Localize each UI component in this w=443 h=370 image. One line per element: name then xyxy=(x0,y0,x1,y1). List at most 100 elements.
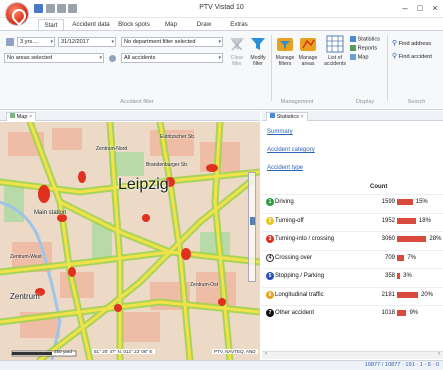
statistics-row: 1 Driving 1599 15% xyxy=(262,194,443,209)
statistics-row: 3 Turning-into / crossing 3060 28% xyxy=(262,231,443,246)
binoculars-icon: ⚲ xyxy=(392,40,398,47)
date-field[interactable]: 31/12/2017 ▾ xyxy=(58,37,116,47)
category-badge-icon: 2 xyxy=(266,216,274,225)
horizontal-scrollbar[interactable]: ‹ › xyxy=(262,351,443,359)
app-menu-button[interactable] xyxy=(6,3,28,25)
reports-icon xyxy=(350,45,356,51)
tab-start[interactable]: Start xyxy=(38,19,64,30)
map-icon xyxy=(10,113,15,118)
close-icon[interactable]: × xyxy=(301,114,304,120)
find-address-button[interactable]: ⚲ Find address xyxy=(392,39,431,47)
count-column-header: Count xyxy=(370,184,388,190)
category-count: 1018 xyxy=(381,310,395,316)
tab-statistics-pane[interactable]: Statistics × xyxy=(266,112,308,121)
eye-icon[interactable] xyxy=(109,55,116,62)
zoom-handle[interactable] xyxy=(250,217,255,225)
title-bar: PTV Vistad 10 – □ × xyxy=(0,0,443,25)
ribbon-tabs: Start Accident data Block spots Map Draw… xyxy=(0,18,443,30)
category-count: 358 xyxy=(384,273,395,279)
manage-areas-button[interactable]: Manage areas xyxy=(296,55,320,67)
category-label: Turning-into / crossing xyxy=(275,236,335,242)
category-label: Other accident xyxy=(275,310,315,316)
tab-accident-data[interactable]: Accident data xyxy=(70,19,112,30)
statistics-view: Summary Accident category Accident type … xyxy=(262,122,443,360)
zentrum-label: Zentrum xyxy=(10,292,40,301)
city-label: Leipzig xyxy=(118,176,169,193)
scroll-left-icon[interactable]: ‹ xyxy=(265,351,267,357)
scale-label: 250 yard xyxy=(54,349,72,354)
group-accident-filter: Accident filter xyxy=(120,99,154,105)
accident-type-link[interactable]: Accident type xyxy=(267,165,303,171)
group-management: Management xyxy=(280,99,314,105)
status-text: 10877 / 10877 · 191 · 1 · 5 · 0 xyxy=(364,362,439,368)
district-label: Zentrum-Nord xyxy=(96,146,128,152)
statistics-icon xyxy=(270,113,275,118)
percentage-label: 3% xyxy=(403,273,412,279)
percentage-label: 28% xyxy=(429,236,442,242)
percentage-label: 15% xyxy=(415,199,428,205)
street-label: Eutritzscher Str. xyxy=(160,134,196,140)
statistics-button[interactable]: Statistics xyxy=(350,36,380,42)
scroll-right-icon[interactable]: › xyxy=(438,351,440,357)
find-accident-button[interactable]: ⚲ Find accident xyxy=(392,52,432,60)
tab-map-pane[interactable]: Map × xyxy=(6,112,37,121)
percentage-bar xyxy=(397,273,401,279)
percentage-label: 9% xyxy=(409,310,419,316)
category-count: 709 xyxy=(384,254,395,261)
modify-filter-icon[interactable] xyxy=(250,36,266,52)
zoom-slider[interactable] xyxy=(248,172,256,282)
category-count: 1952 xyxy=(381,217,395,224)
percentage-bar xyxy=(397,310,407,316)
group-separator xyxy=(387,35,388,101)
statistics-row: 7 Other accident 1018 9% xyxy=(262,305,443,320)
minimize-button[interactable]: – xyxy=(398,2,412,14)
statistics-row: 2 Turning-off 1952 18% xyxy=(262,212,443,228)
street-label: Brandenburger Str. xyxy=(146,162,189,168)
clear-filter-icon[interactable] xyxy=(229,36,245,52)
category-badge-icon: 5 xyxy=(266,272,274,280)
map-button[interactable]: Map xyxy=(350,54,368,60)
calendar-icon[interactable] xyxy=(6,38,14,46)
group-display: Display xyxy=(355,99,375,105)
category-badge-icon: 4 xyxy=(266,253,274,262)
manage-areas-icon[interactable] xyxy=(299,35,317,53)
category-label: Crossing over xyxy=(275,254,313,261)
manage-filters-icon[interactable] xyxy=(276,35,294,53)
category-label: Turning-off xyxy=(275,217,304,224)
category-badge-icon: 6 xyxy=(266,290,274,299)
tab-block-spots[interactable]: Block spots xyxy=(116,19,152,30)
map-copyright: PTV, NAVTEQ, AND xyxy=(212,349,258,354)
category-badge-icon: 3 xyxy=(266,235,274,243)
tab-map[interactable]: Map xyxy=(160,19,182,30)
category-count: 3060 xyxy=(381,236,395,242)
map-canvas[interactable] xyxy=(0,122,260,360)
close-button[interactable]: × xyxy=(428,2,442,14)
accident-category-link[interactable]: Accident category xyxy=(267,147,315,153)
areas-select[interactable]: No areas selected ▾ xyxy=(4,53,104,63)
map-view[interactable]: Leipzig Main station Zentrum Zentrum-Ost… xyxy=(0,122,260,360)
count-header: Count xyxy=(262,183,443,193)
tab-extras[interactable]: Extras xyxy=(226,19,252,30)
reports-button[interactable]: Reports xyxy=(350,45,377,51)
department-filter-select[interactable]: No department filter selected ▾ xyxy=(121,37,223,47)
tab-draw[interactable]: Draw xyxy=(192,19,216,30)
percentage-bar xyxy=(397,291,418,298)
map-icon xyxy=(350,54,356,60)
percentage-bar xyxy=(397,199,413,205)
list-of-accidents-icon[interactable] xyxy=(326,35,344,53)
accidents-select[interactable]: All accidents ▾ xyxy=(121,53,223,63)
group-search: Search xyxy=(407,99,426,105)
close-icon[interactable]: × xyxy=(29,114,32,120)
maximize-button[interactable]: □ xyxy=(413,2,427,14)
summary-link[interactable]: Summary xyxy=(267,129,293,135)
modify-filter-button[interactable]: Modify filter xyxy=(246,55,270,67)
map-pane-header: Map × xyxy=(0,111,260,121)
group-separator xyxy=(271,35,272,101)
category-label: Driving xyxy=(275,199,294,205)
clear-filter-button[interactable]: Clear filter xyxy=(226,55,248,67)
percentage-label: 20% xyxy=(421,291,434,298)
percentage-bar xyxy=(397,254,405,261)
time-period-select[interactable]: 3 yrs.... ▾ xyxy=(17,37,55,47)
manage-filters-button[interactable]: Manage filters xyxy=(273,55,297,67)
list-of-accidents-button[interactable]: List of accidents xyxy=(322,55,348,67)
